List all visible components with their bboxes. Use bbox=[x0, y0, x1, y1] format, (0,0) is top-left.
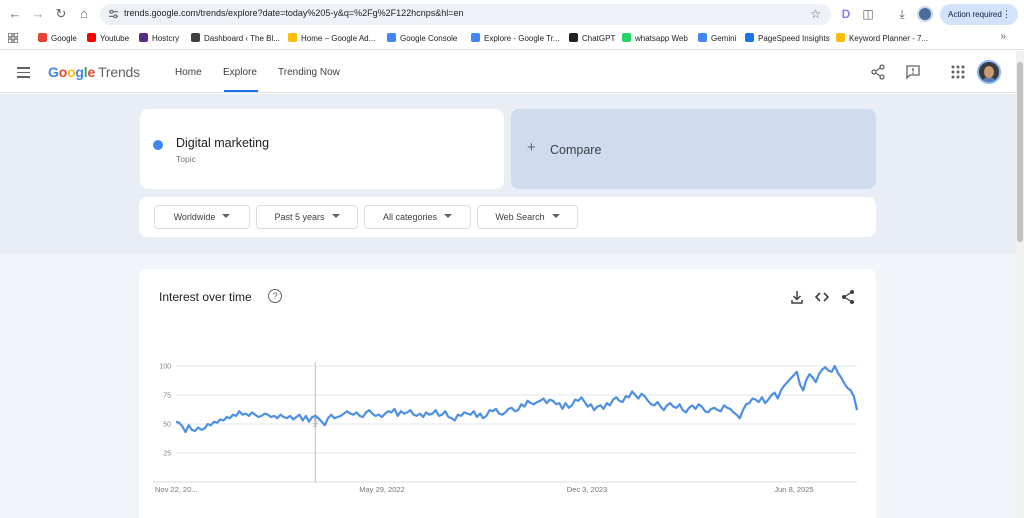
compare-label: Compare bbox=[550, 143, 602, 157]
y-tick-label: 75 bbox=[163, 393, 171, 400]
x-tick-label: Jun 8, 2025 bbox=[774, 485, 813, 494]
search-term-type: Topic bbox=[176, 154, 196, 164]
reload-icon[interactable]: ↻ bbox=[52, 5, 70, 23]
back-arrow-icon[interactable]: ← bbox=[6, 5, 24, 23]
apps-grid-icon[interactable] bbox=[8, 33, 18, 43]
bookmark-item[interactable]: Youtube bbox=[87, 32, 129, 46]
scrollbar-thumb[interactable] bbox=[1017, 62, 1023, 242]
plus-icon: + bbox=[527, 139, 536, 156]
search-type-value: Web Search bbox=[495, 212, 545, 222]
dropdown-caret-icon bbox=[444, 214, 453, 218]
bookmark-item[interactable]: Google bbox=[38, 32, 77, 46]
bookmark-favicon-icon bbox=[87, 33, 96, 42]
share-icon[interactable] bbox=[870, 64, 886, 80]
bookmark-label: Home – Google Ad... bbox=[301, 34, 376, 43]
bookmark-favicon-icon bbox=[569, 33, 578, 42]
more-vert-icon[interactable]: ⋮ bbox=[1002, 4, 1011, 25]
x-tick-label: Dec 3, 2023 bbox=[567, 485, 607, 494]
dropdown-caret-icon bbox=[551, 214, 560, 218]
dropdown-caret-icon bbox=[222, 214, 231, 218]
dropdown-caret-icon bbox=[331, 214, 340, 218]
bookmark-label: Gemini bbox=[711, 34, 737, 43]
category-dropdown[interactable]: All categories bbox=[364, 205, 471, 229]
bookmark-favicon-icon bbox=[622, 33, 631, 42]
logo-google: Google bbox=[48, 64, 96, 80]
y-tick-label: 100 bbox=[159, 364, 171, 371]
downloads-icon[interactable]: ⤓ bbox=[894, 6, 910, 22]
x-tick-label: Nov 22, 20... bbox=[155, 485, 198, 494]
bookmark-item[interactable]: Gemini bbox=[698, 32, 736, 46]
search-term-card[interactable]: Digital marketing Topic bbox=[140, 109, 504, 189]
browser-profile-avatar[interactable] bbox=[917, 6, 933, 22]
category-value: All categories bbox=[382, 212, 438, 222]
bookmark-label: PageSpeed Insights bbox=[758, 34, 830, 43]
y-tick-label: 25 bbox=[163, 451, 171, 458]
action-required-button[interactable]: Action required ⋮ bbox=[940, 4, 1018, 25]
address-bar[interactable]: trends.google.com/trends/explore?date=to… bbox=[100, 4, 831, 25]
trends-header: Google Trends Home Explore Trending Now bbox=[0, 51, 1016, 93]
tab-explore[interactable]: Explore bbox=[223, 67, 257, 78]
bookmark-label: Dashboard ‹ The Bl... bbox=[204, 34, 280, 43]
menu-icon[interactable] bbox=[17, 67, 30, 78]
feedback-icon[interactable] bbox=[905, 64, 921, 80]
active-tab-indicator bbox=[224, 90, 258, 92]
bookmark-label: Google Console bbox=[400, 34, 458, 43]
filters-bar: Worldwide Past 5 years All categories We… bbox=[139, 197, 876, 237]
series-line[interactable] bbox=[175, 364, 859, 434]
account-avatar[interactable] bbox=[977, 60, 1001, 84]
bookmark-favicon-icon bbox=[745, 33, 754, 42]
site-info-icon[interactable] bbox=[108, 9, 119, 20]
home-icon[interactable]: ⌂ bbox=[75, 5, 93, 23]
bookmark-label: Hostcry bbox=[152, 34, 180, 43]
compare-button[interactable]: + Compare bbox=[511, 109, 876, 189]
google-apps-icon[interactable] bbox=[950, 64, 966, 80]
tab-trending-now[interactable]: Trending Now bbox=[278, 67, 340, 78]
extension-d-icon[interactable]: D bbox=[838, 6, 854, 22]
browser-toolbar: ← → ↻ ⌂ trends.google.com/trends/explore… bbox=[0, 0, 1024, 28]
bookmark-label: Google bbox=[51, 34, 77, 43]
url-text[interactable]: trends.google.com/trends/explore?date=to… bbox=[124, 8, 463, 18]
term-color-dot bbox=[153, 140, 163, 150]
bookmark-label: Youtube bbox=[100, 34, 130, 43]
forward-arrow-icon[interactable]: → bbox=[29, 5, 47, 23]
bookmark-item[interactable]: Keyword Planner - 7... bbox=[836, 32, 928, 46]
more-bookmarks-icon[interactable]: » bbox=[1000, 31, 1006, 42]
interest-chart[interactable]: 255075100NoteNov 22, 20... May 29, 2022 De… bbox=[139, 269, 876, 518]
search-term-name[interactable]: Digital marketing bbox=[176, 136, 269, 150]
time-range-value: Past 5 years bbox=[274, 212, 325, 222]
bookmark-item[interactable]: Home – Google Ad... bbox=[288, 32, 375, 46]
time-range-dropdown[interactable]: Past 5 years bbox=[256, 205, 358, 229]
x-tick-label: May 29, 2022 bbox=[359, 485, 404, 494]
bookmark-label: Keyword Planner - 7... bbox=[849, 34, 929, 43]
action-required-label: Action required bbox=[948, 10, 1002, 19]
bookmark-item[interactable]: Hostcry bbox=[139, 32, 179, 46]
bookmark-label: Explore - Google Tr... bbox=[484, 34, 560, 43]
bookmark-favicon-icon bbox=[191, 33, 200, 42]
bookmark-label: ChatGPT bbox=[582, 34, 616, 43]
bookmark-item[interactable]: whatsapp Web bbox=[622, 32, 688, 46]
bookmark-label: whatsapp Web bbox=[635, 34, 688, 43]
extensions-puzzle-icon[interactable]: ◫ bbox=[860, 6, 876, 22]
bookmark-favicon-icon bbox=[139, 33, 148, 42]
bookmark-item[interactable]: Explore - Google Tr... bbox=[471, 32, 560, 46]
interest-over-time-card: Interest over time ? 25 50 75 100 Note Nov 22… bbox=[139, 269, 876, 518]
bookmark-star-icon[interactable]: ☆ bbox=[810, 7, 821, 21]
tab-home[interactable]: Home bbox=[175, 67, 202, 78]
bookmark-item[interactable]: Dashboard ‹ The Bl... bbox=[191, 32, 280, 46]
y-tick-label: 50 bbox=[163, 422, 171, 429]
bookmark-favicon-icon bbox=[836, 33, 845, 42]
bookmark-favicon-icon bbox=[387, 33, 396, 42]
search-type-dropdown[interactable]: Web Search bbox=[477, 205, 578, 229]
bookmark-favicon-icon bbox=[38, 33, 47, 42]
region-dropdown[interactable]: Worldwide bbox=[154, 205, 250, 229]
google-trends-logo[interactable]: Google Trends bbox=[48, 64, 140, 80]
logo-trends: Trends bbox=[98, 64, 140, 80]
bookmark-favicon-icon bbox=[471, 33, 480, 42]
region-value: Worldwide bbox=[173, 212, 216, 222]
bookmark-item[interactable]: Google Console bbox=[387, 32, 457, 46]
bookmark-item[interactable]: PageSpeed Insights bbox=[745, 32, 830, 46]
bookmark-item[interactable]: ChatGPT bbox=[569, 32, 615, 46]
bookmark-favicon-icon bbox=[698, 33, 707, 42]
bookmark-favicon-icon bbox=[288, 33, 297, 42]
